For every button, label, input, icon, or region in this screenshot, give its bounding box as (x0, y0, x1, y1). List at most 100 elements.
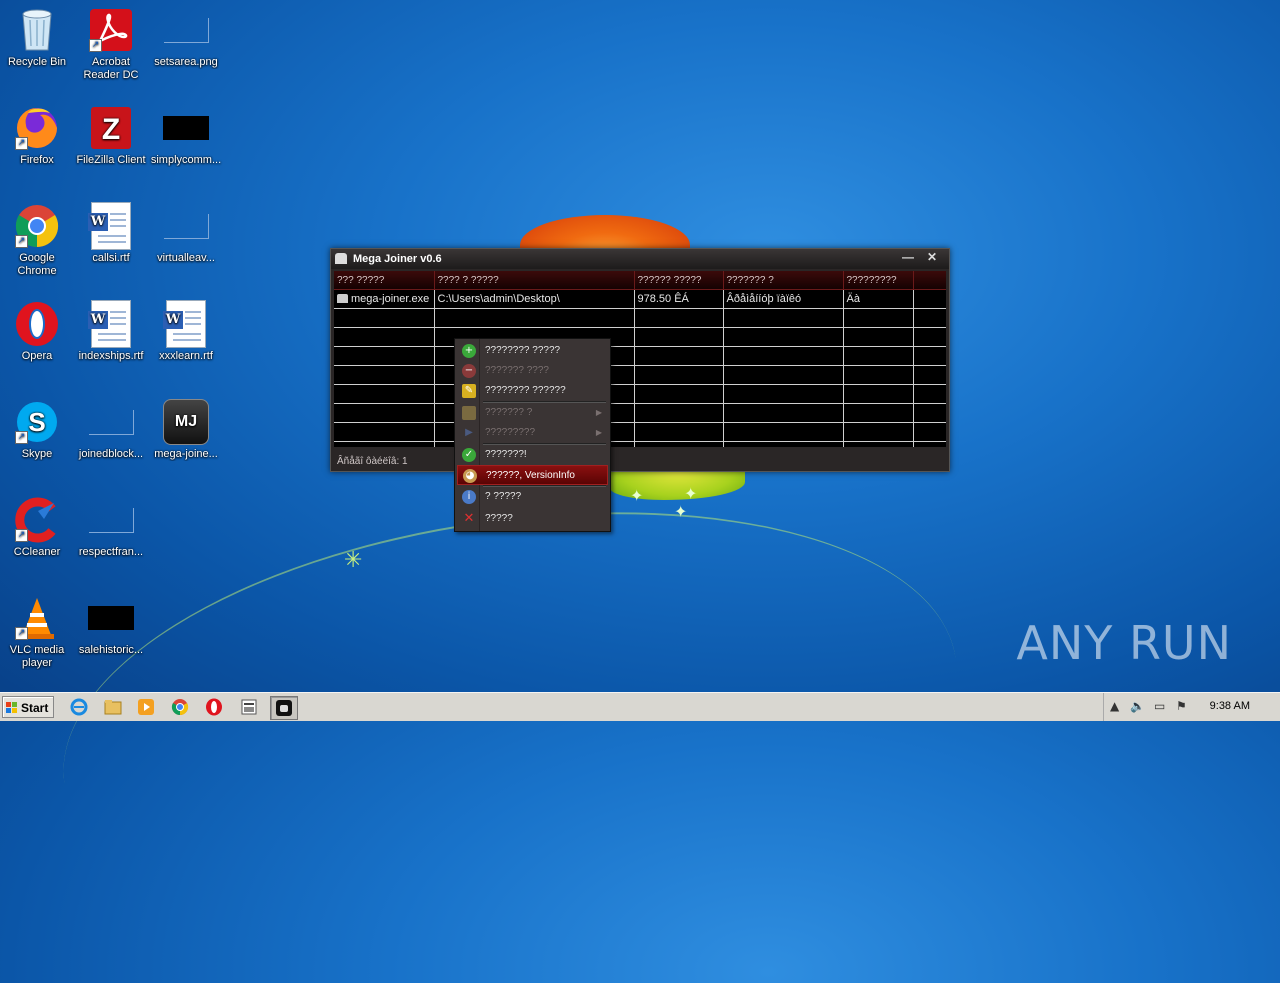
close-button[interactable]: ✕ (921, 251, 943, 265)
desktop-icon-label: Google Chrome (17, 252, 57, 277)
cell-empty (913, 289, 946, 309)
start-button[interactable]: Start (2, 696, 54, 718)
vlc-icon: ↗ (13, 594, 61, 642)
menu-item-label: ??????, VersionInfo (486, 470, 575, 481)
desktop-icon-salehistoric[interactable]: salehistoric... (74, 594, 148, 657)
window-title: Mega Joiner v0.6 (353, 253, 442, 265)
menu-item-label: ????? (485, 513, 513, 524)
play-icon: ▶ (465, 427, 473, 438)
table-row-empty (334, 308, 946, 328)
desktop-icon-xxxlearn[interactable]: W xxxlearn.rtf (149, 300, 223, 363)
desktop-icon-label: setsarea.png (154, 56, 218, 68)
desktop-icon-label: respectfran... (78, 546, 144, 558)
column-header[interactable]: ??? ????? (334, 271, 435, 290)
shortcut-arrow-icon: ↗ (15, 627, 28, 640)
internet-explorer-icon[interactable] (66, 696, 92, 718)
menu-item-join[interactable]: ✓ ???????! (457, 445, 608, 465)
desktop-icon-indexships[interactable]: W indexships.rtf (74, 300, 148, 363)
desktop-icon-recycle-bin[interactable]: Recycle Bin (0, 6, 74, 69)
show-hidden-icons-icon[interactable]: ▲ (1110, 699, 1119, 713)
desktop-icon-megajoiner[interactable]: MJ mega-joine... (149, 398, 223, 461)
action-center-flag-icon[interactable]: ⚑ (1176, 699, 1187, 713)
column-header[interactable]: ????????? (843, 271, 914, 290)
menu-item-clear-list[interactable]: ✎ ???????? ?????? (457, 381, 608, 401)
system-tray: ▲ 🔈 ▭ ⚑ 9:38 AM (1103, 693, 1280, 721)
desktop-icon-joinedblock[interactable]: joinedblock... (74, 398, 148, 461)
shortcut-arrow-icon: ↗ (15, 431, 28, 444)
window-titlebar[interactable]: Mega Joiner v0.6 — ✕ (331, 249, 949, 269)
desktop-icon-simplycomm[interactable]: simplycomm... (149, 104, 223, 167)
desktop-icon-label: virtualleav... (157, 252, 215, 264)
table-row[interactable]: mega-joiner.exe C:\Users\admin\Desktop\ … (334, 289, 946, 309)
check-icon: ✓ (462, 448, 476, 462)
desktop-icon-respectfran[interactable]: respectfran... (74, 496, 148, 559)
desktop-icon-callsi[interactable]: W callsi.rtf (74, 202, 148, 265)
table-row-empty (334, 346, 946, 366)
desktop-icon-chrome[interactable]: ↗ Google Chrome (0, 202, 74, 278)
minimize-button[interactable]: — (897, 251, 919, 265)
anyrun-watermark: ANY RUN (1016, 616, 1232, 670)
desktop-icon-label: xxxlearn.rtf (159, 350, 213, 362)
windows-logo-icon (6, 702, 18, 714)
mj-logo: MJ (163, 399, 209, 445)
file-list-grid[interactable]: ??? ????? ???? ? ????? ?????? ????? ????… (334, 271, 946, 447)
remove-icon: − (462, 364, 476, 378)
desktop-icon-acrobat[interactable]: ↗ Acrobat Reader DC (74, 6, 148, 82)
table-row-empty (334, 327, 946, 347)
network-icon[interactable]: ▭ (1154, 699, 1165, 713)
menu-item-exit[interactable]: ✕ ????? (457, 509, 608, 529)
column-header[interactable]: ??????? ? (723, 271, 844, 290)
blank-file-icon (162, 6, 210, 54)
submenu-arrow-icon: ▶ (595, 428, 602, 437)
cell-size: 978.50 ÊÁ (634, 289, 724, 309)
explorer-icon[interactable] (100, 696, 126, 718)
column-header-empty (913, 271, 946, 290)
acrobat-icon: ↗ (87, 6, 135, 54)
column-header[interactable]: ???? ? ????? (434, 271, 635, 290)
chrome-icon[interactable] (167, 696, 193, 718)
blank-file-icon (87, 398, 135, 446)
desktop-icon-vlc[interactable]: ↗ VLC media player (0, 594, 74, 670)
media-player-icon[interactable] (133, 696, 159, 718)
volume-icon[interactable]: 🔈 (1130, 699, 1145, 713)
menu-item-versioninfo[interactable]: ◕ ??????, VersionInfo (457, 465, 608, 485)
menu-item-remove-file[interactable]: − ??????? ???? (457, 361, 608, 381)
desktop-icon-setsarea[interactable]: setsarea.png (149, 6, 223, 69)
menu-item-about[interactable]: i ? ????? (457, 487, 608, 507)
app-icon (335, 253, 347, 264)
mega-joiner-task-icon[interactable] (270, 696, 298, 720)
menu-item-label: ???????? ????? (485, 345, 561, 356)
black-file-icon (87, 594, 135, 642)
menu-item-run[interactable]: ▶ ????????? ▶ (457, 423, 608, 443)
clock[interactable]: 9:38 AM (1210, 700, 1250, 712)
table-row-empty (334, 365, 946, 385)
joiner-task-icon[interactable] (236, 696, 262, 718)
broom-icon: ✎ (462, 384, 476, 398)
desktop-icon-label: Recycle Bin (7, 56, 67, 68)
desktop-icon-firefox[interactable]: ↗ Firefox (0, 104, 74, 167)
wallpaper-sparkle: ✳ (344, 548, 363, 573)
submenu-arrow-icon: ▶ (595, 408, 602, 417)
cell-path: C:\Users\admin\Desktop\ (434, 289, 635, 309)
ccleaner-icon: ↗ (13, 496, 61, 544)
context-menu[interactable]: + ???????? ????? − ??????? ???? ✎ ??????… (454, 338, 611, 532)
menu-item-add-file[interactable]: + ???????? ????? (457, 341, 608, 361)
table-row-empty (334, 441, 946, 447)
column-header[interactable]: ?????? ????? (634, 271, 724, 290)
desktop-icon-label: CCleaner (13, 546, 61, 558)
table-row-empty (334, 384, 946, 404)
desktop-icon-virtualleav[interactable]: virtualleav... (149, 202, 223, 265)
mega-joiner-icon: MJ (162, 398, 210, 446)
desktop-icon-label: mega-joine... (154, 448, 218, 460)
start-label: Start (21, 701, 49, 715)
mega-joiner-window[interactable]: Mega Joiner v0.6 — ✕ ??? ????? ???? ? ??… (330, 248, 950, 472)
desktop-icon-label: FileZilla Client (76, 154, 146, 166)
opera-icon[interactable] (201, 696, 227, 718)
menu-item-extract-to[interactable]: ??????? ? ▶ (457, 403, 608, 423)
desktop-icon-opera[interactable]: Opera (0, 300, 74, 363)
table-row-empty (334, 403, 946, 423)
desktop-icon-filezilla[interactable]: Z FileZilla Client (74, 104, 148, 167)
desktop-icon-ccleaner[interactable]: ↗ CCleaner (0, 496, 74, 559)
close-icon: ✕ (463, 511, 475, 526)
desktop-icon-skype[interactable]: S ↗ Skype (0, 398, 74, 461)
